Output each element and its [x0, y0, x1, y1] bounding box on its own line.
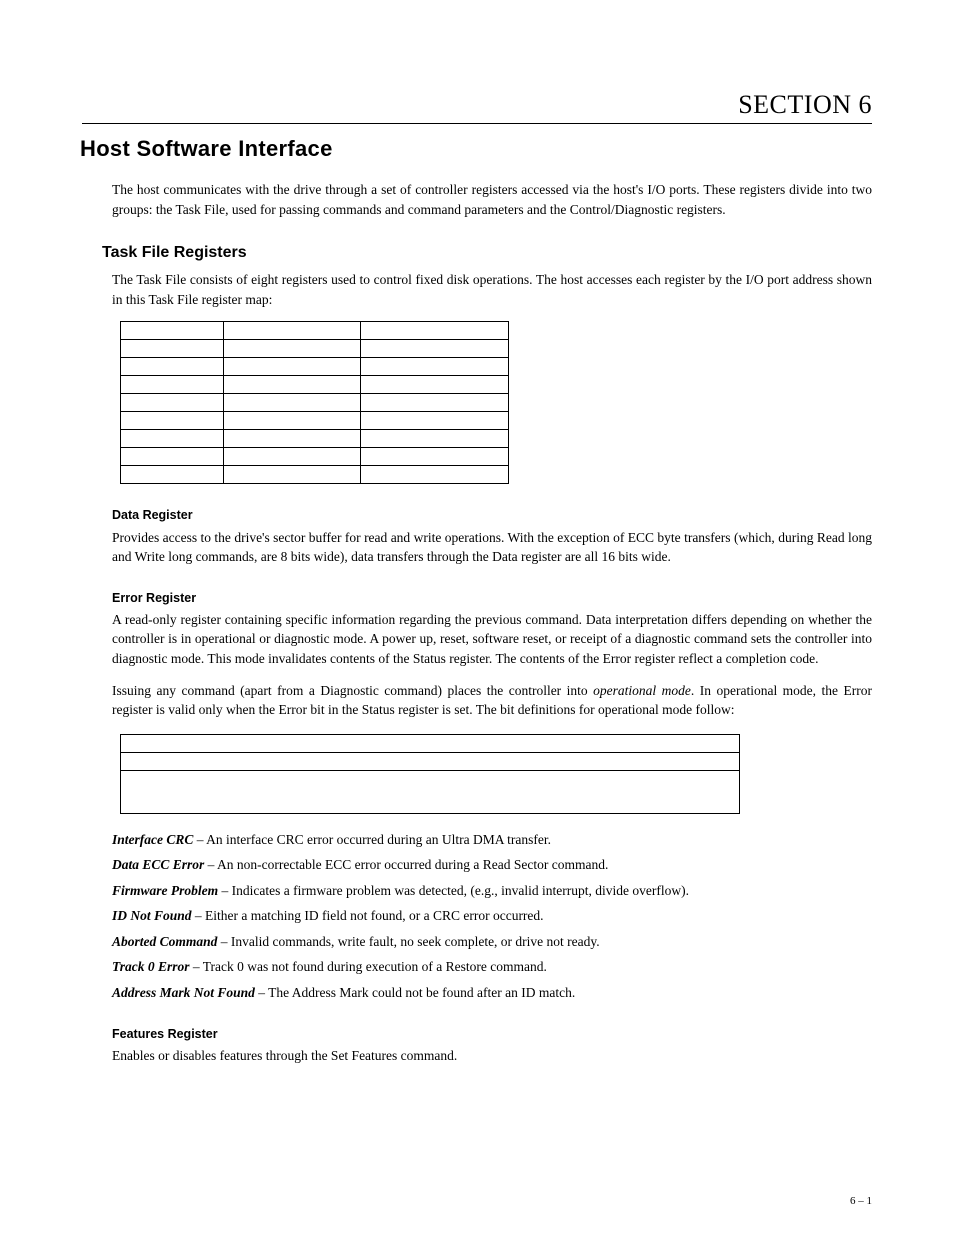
error-register-heading: Error Register — [112, 589, 872, 607]
table-row — [121, 466, 509, 484]
def-term: Track 0 Error — [112, 959, 190, 974]
def-term: Firmware Problem — [112, 883, 218, 898]
data-register-heading: Data Register — [112, 506, 872, 524]
table-row — [121, 734, 740, 752]
table-row — [121, 358, 509, 376]
def-item: ID Not Found – Either a matching ID fiel… — [112, 906, 872, 926]
section-label: SECTION 6 — [82, 90, 872, 120]
def-item: Firmware Problem – Indicates a firmware … — [112, 881, 872, 901]
def-item: Track 0 Error – Track 0 was not found du… — [112, 957, 872, 977]
table-row — [121, 770, 740, 813]
error-register-p2: Issuing any command (apart from a Diagno… — [112, 681, 872, 720]
def-item: Interface CRC – An interface CRC error o… — [112, 830, 872, 850]
err-p2-em: operational mode — [593, 683, 691, 698]
def-term: Aborted Command — [112, 934, 217, 949]
def-text: – Invalid commands, write fault, no seek… — [217, 934, 599, 949]
def-item: Data ECC Error – An non-correctable ECC … — [112, 855, 872, 875]
def-text: – The Address Mark could not be found af… — [255, 985, 575, 1000]
def-term: Data ECC Error — [112, 857, 204, 872]
table-row — [121, 340, 509, 358]
section-rule — [82, 123, 872, 124]
def-text: – Indicates a firmware problem was detec… — [218, 883, 689, 898]
table-row — [121, 376, 509, 394]
task-file-paragraph: The Task File consists of eight register… — [112, 270, 872, 309]
task-file-heading: Task File Registers — [102, 241, 872, 264]
page: SECTION 6 Host Software Interface The ho… — [0, 0, 954, 1235]
def-term: ID Not Found — [112, 908, 192, 923]
data-register-paragraph: Provides access to the drive's sector bu… — [112, 528, 872, 567]
error-register-p1: A read-only register containing specific… — [112, 610, 872, 669]
table-row — [121, 752, 740, 770]
def-text: – Either a matching ID field not found, … — [192, 908, 544, 923]
def-item: Address Mark Not Found – The Address Mar… — [112, 983, 872, 1003]
table-row — [121, 430, 509, 448]
table-row — [121, 322, 509, 340]
page-number: 6 – 1 — [850, 1195, 872, 1207]
features-register-paragraph: Enables or disables features through the… — [112, 1046, 872, 1066]
def-text: – An interface CRC error occurred during… — [193, 832, 551, 847]
def-text: – Track 0 was not found during execution… — [190, 959, 547, 974]
def-text: – An non-correctable ECC error occurred … — [204, 857, 608, 872]
features-register-heading: Features Register — [112, 1025, 872, 1043]
table-row — [121, 412, 509, 430]
intro-paragraph: The host communicates with the drive thr… — [112, 180, 872, 219]
task-file-register-map — [120, 321, 509, 484]
def-term: Address Mark Not Found — [112, 985, 255, 1000]
error-bit-definitions: Interface CRC – An interface CRC error o… — [112, 830, 872, 1003]
def-item: Aborted Command – Invalid commands, writ… — [112, 932, 872, 952]
error-register-bit-table — [120, 734, 740, 814]
body: The host communicates with the drive thr… — [112, 180, 872, 1065]
table-row — [121, 448, 509, 466]
def-term: Interface CRC — [112, 832, 193, 847]
table-row — [121, 394, 509, 412]
page-title: Host Software Interface — [80, 136, 872, 162]
err-p2a: Issuing any command (apart from a Diagno… — [112, 683, 593, 698]
